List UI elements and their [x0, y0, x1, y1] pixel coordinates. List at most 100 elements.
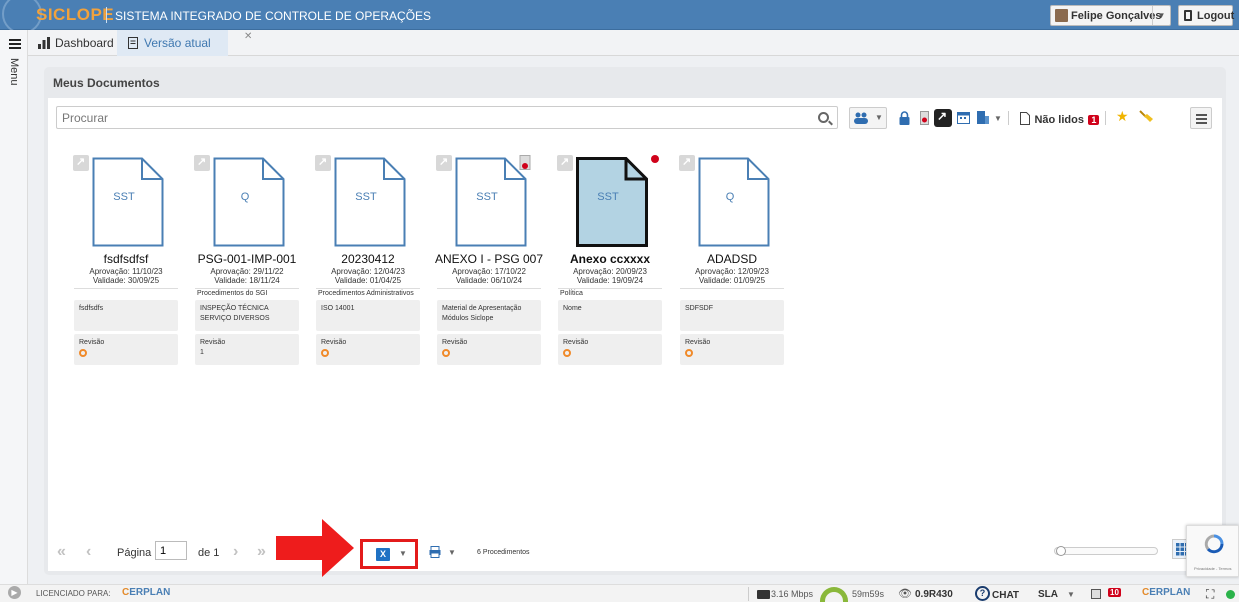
recaptcha-badge[interactable]: Privacidade - Termos: [1186, 525, 1239, 577]
license-brand: CERPLAN: [122, 587, 171, 598]
play-icon[interactable]: ▶: [8, 586, 21, 599]
document-type-code: Q: [240, 191, 250, 203]
next-page-icon[interactable]: ›: [233, 543, 238, 561]
open-document-icon[interactable]: [315, 155, 331, 171]
help-icon[interactable]: ?: [975, 586, 990, 601]
document-name[interactable]: ANEXO I - PSG 007: [426, 252, 552, 266]
chevron-down-icon[interactable]: ▼: [994, 114, 1002, 123]
validity-date: Validade: 06/10/24: [455, 276, 523, 285]
user-name: Felipe Gonçalves: [1071, 10, 1162, 22]
search-icon[interactable]: [818, 112, 829, 123]
logout-button[interactable]: Logout: [1178, 5, 1235, 26]
hamburger-icon[interactable]: [9, 39, 21, 49]
prev-page-icon[interactable]: ‹: [86, 543, 91, 561]
tab-bar: Dashboard Versão atual ✕: [28, 30, 1239, 56]
search-input[interactable]: [62, 110, 802, 126]
building-icon[interactable]: [976, 110, 990, 124]
revision-label: Revisão: [685, 339, 711, 346]
menu-label[interactable]: Menu: [8, 58, 20, 86]
document-description: fsdfsdfs: [74, 300, 178, 331]
open-document-icon[interactable]: [73, 155, 89, 171]
description-text: INSPEÇÃO TÉCNICA SERVIÇO DIVERSOS: [200, 305, 270, 322]
description-text: Material de Apresentação Módulos Siclope: [442, 305, 522, 322]
document-card[interactable]: QPSG-001-IMP-001Aprovação: 29/11/22Valid…: [194, 155, 300, 375]
menu-list-button[interactable]: [1190, 107, 1212, 129]
first-page-icon[interactable]: «: [57, 543, 66, 561]
document-type-code: Q: [725, 191, 735, 203]
chevron-down-icon[interactable]: ▼: [1152, 6, 1170, 25]
export-excel-button[interactable]: X ▼: [360, 539, 418, 569]
user-menu-button[interactable]: Felipe Gonçalves ▼: [1050, 5, 1171, 26]
pending-document-icon[interactable]: [920, 111, 929, 125]
chevron-down-icon[interactable]: ▼: [399, 549, 407, 558]
document-icon: [128, 37, 138, 49]
speed-icon: [757, 590, 770, 599]
revision-box: Revisão: [558, 334, 662, 365]
revision-box: Revisão: [74, 334, 178, 365]
logout-label: Logout: [1197, 10, 1235, 22]
document-description: Nome: [558, 300, 662, 331]
toolbar-divider: [1008, 111, 1009, 125]
document-name[interactable]: fsdfsdfsf: [63, 252, 189, 266]
licensed-label: LICENCIADO PARA:: [36, 589, 111, 598]
print-icon[interactable]: [429, 546, 441, 558]
calendar-icon[interactable]: [957, 111, 970, 124]
external-link-icon[interactable]: ↗: [934, 109, 952, 127]
open-document-icon[interactable]: [679, 155, 695, 171]
unread-label: Não lidos: [1034, 114, 1084, 126]
description-text: fsdfsdfs: [79, 305, 104, 312]
timer-gauge-icon: [820, 587, 848, 602]
star-icon[interactable]: ★: [1116, 108, 1129, 125]
document-name[interactable]: ADADSD: [669, 252, 795, 266]
tab-dashboard[interactable]: Dashboard: [28, 30, 116, 56]
notification-icon[interactable]: [1091, 589, 1101, 599]
chevron-down-icon: ▼: [875, 113, 883, 122]
document-category: Procedimentos do SGI: [195, 288, 299, 299]
document-card[interactable]: SSTfsdfsdfsfAprovação: 11/10/23Validade:…: [73, 155, 179, 375]
system-title: SISTEMA INTEGRADO DE CONTROLE DE OPERAÇÕ…: [115, 9, 432, 23]
description-text: ISO 14001: [321, 305, 355, 312]
search-box[interactable]: [56, 106, 838, 129]
document-card[interactable]: SST20230412Aprovação: 12/04/23Validade: …: [315, 155, 421, 375]
open-document-icon[interactable]: [557, 155, 573, 171]
notification-count-badge: 10: [1108, 588, 1121, 597]
page-input[interactable]: [155, 541, 187, 560]
revision-value: 1: [200, 349, 204, 356]
tab-current-version[interactable]: Versão atual: [117, 30, 228, 56]
chevron-down-icon[interactable]: ▼: [448, 548, 456, 557]
last-page-icon[interactable]: »: [257, 543, 266, 561]
lock-icon[interactable]: [899, 111, 910, 125]
footer-brand-text: ERPLAN: [1149, 587, 1191, 598]
chat-button[interactable]: CHAT: [992, 590, 1019, 601]
document-card[interactable]: SSTANEXO I - PSG 007Aprovação: 17/10/22V…: [435, 155, 543, 375]
status-divider: [748, 587, 749, 601]
document-category: [680, 288, 784, 299]
online-status-icon: [1226, 590, 1235, 599]
broom-icon[interactable]: [1138, 110, 1154, 124]
close-icon[interactable]: ✕: [244, 31, 252, 42]
document-name[interactable]: Anexo ccxxxx: [547, 252, 673, 266]
document-card[interactable]: SSTAnexo ccxxxxAprovação: 20/09/23Valida…: [557, 155, 663, 375]
slider-handle[interactable]: [1056, 546, 1066, 556]
open-document-icon[interactable]: [436, 155, 452, 171]
approval-date: Aprovação: 12/04/23: [331, 267, 405, 276]
document-card[interactable]: QADADSDAprovação: 12/09/23Validade: 01/0…: [679, 155, 785, 375]
version-label: 0.9R430: [915, 589, 953, 600]
recaptcha-icon: [1204, 534, 1224, 554]
sla-button[interactable]: SLA: [1038, 589, 1058, 600]
document-category: Procedimentos Administrativos: [316, 288, 420, 299]
zoom-slider[interactable]: [1054, 546, 1158, 556]
chevron-down-icon[interactable]: ▼: [1067, 590, 1075, 599]
document-name[interactable]: 20230412: [305, 252, 431, 266]
documents-panel: Meus Documentos ▼ ↗ ▼ Não lidos: [44, 67, 1226, 575]
app-brand: SICLOPE: [36, 5, 115, 24]
fullscreen-icon[interactable]: ⛶: [1206, 587, 1214, 602]
document-description: ISO 14001: [316, 300, 420, 331]
document-name[interactable]: PSG-001-IMP-001: [184, 252, 310, 266]
document-icon: [1020, 112, 1030, 125]
unread-filter-button[interactable]: Não lidos 1: [1020, 110, 1100, 128]
group-filter-button[interactable]: ▼: [849, 107, 887, 129]
open-document-icon[interactable]: [194, 155, 210, 171]
document-type-code: SST: [597, 191, 619, 203]
side-menu[interactable]: Menu: [0, 30, 28, 584]
